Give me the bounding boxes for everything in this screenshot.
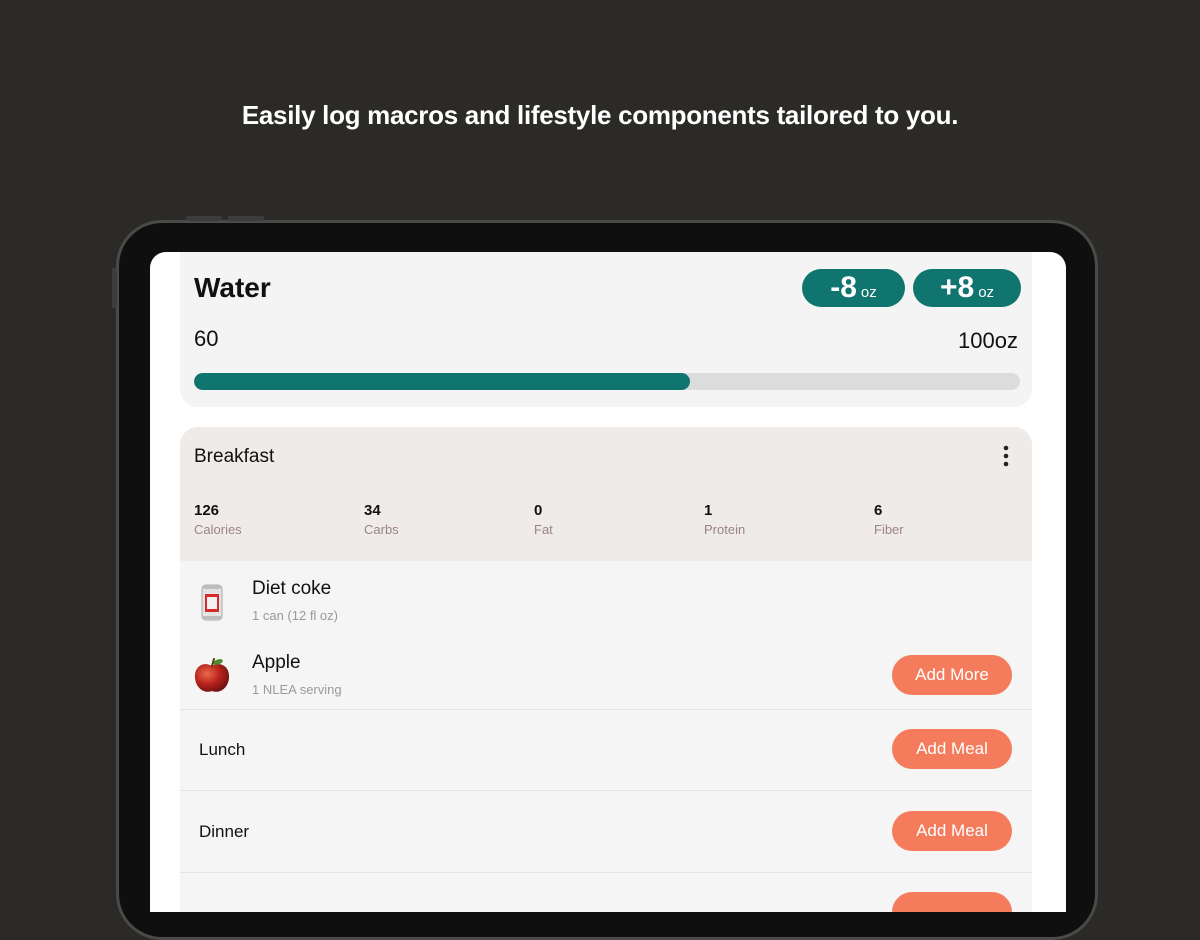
divider [180,709,1032,710]
water-current-value: 60 [194,326,219,351]
macro-label: Protein [704,522,746,537]
macro-label: Fat [534,522,553,537]
macro-fat: 0 Fat [534,502,704,537]
add-more-button[interactable]: Add More [892,655,1012,695]
volume-button [228,216,264,221]
macro-protein: 1 Protein [704,502,874,537]
macro-fiber: 6 Fiber [874,502,1032,537]
decrease-amount: -8 [830,271,857,304]
macro-carbs: 34 Carbs [364,502,534,537]
water-title: Water [194,272,271,303]
divider [180,872,1032,873]
water-progress-fill [194,373,690,390]
divider [180,790,1032,791]
water-progress-bar [194,373,1020,390]
macro-value: 6 [874,502,883,519]
increase-amount: +8 [939,271,975,304]
food-item-apple[interactable]: Apple 1 NLEA serving Add More [180,648,1032,718]
more-options-icon[interactable] [1000,444,1012,470]
soda-can-icon [201,584,223,621]
macro-label: Carbs [364,522,399,537]
water-goal-value: 100oz [958,328,1018,353]
food-serving: 1 NLEA serving [252,682,342,697]
water-card: Water -8 oz +8 oz 60 100oz [180,252,1032,407]
meals-card: Breakfast 126 Calories 34 Carbs 0 Fat 1 … [180,427,1032,912]
macro-value: 126 [194,502,220,519]
macro-value: 1 [704,502,713,519]
power-button [112,268,117,308]
add-meal-button-dinner[interactable]: Add Meal [892,811,1012,851]
meal-name-dinner: Dinner [199,822,250,841]
decrease-water-button[interactable]: -8 oz [802,269,905,307]
increase-water-button[interactable]: +8 oz [913,269,1021,307]
macro-value: 0 [534,502,543,519]
meal-name-lunch: Lunch [199,740,246,759]
macro-label: Fiber [874,522,904,537]
food-name: Apple [252,652,301,673]
macro-calories: 126 Calories [194,502,364,537]
add-meal-button-lunch[interactable]: Add Meal [892,729,1012,769]
volume-button [186,216,222,221]
add-meal-button-next[interactable] [892,892,1012,912]
increase-unit: oz [978,283,995,301]
macro-value: 34 [364,502,381,519]
breakfast-header: Breakfast 126 Calories 34 Carbs 0 Fat 1 … [180,427,1032,561]
food-name: Diet coke [252,578,332,599]
food-item-diet-coke[interactable]: Diet coke 1 can (12 fl oz) [180,574,1032,644]
apple-icon [194,658,230,692]
macro-label: Calories [194,522,242,537]
app-screen: Water -8 oz +8 oz 60 100oz Breakfast 126 [150,252,1066,912]
breakfast-title: Breakfast [194,446,275,467]
macro-summary: 126 Calories 34 Carbs 0 Fat 1 Protein 6 [194,502,1032,537]
headline: Easily log macros and lifestyle componen… [241,100,959,130]
food-serving: 1 can (12 fl oz) [252,608,338,623]
decrease-unit: oz [860,283,877,301]
